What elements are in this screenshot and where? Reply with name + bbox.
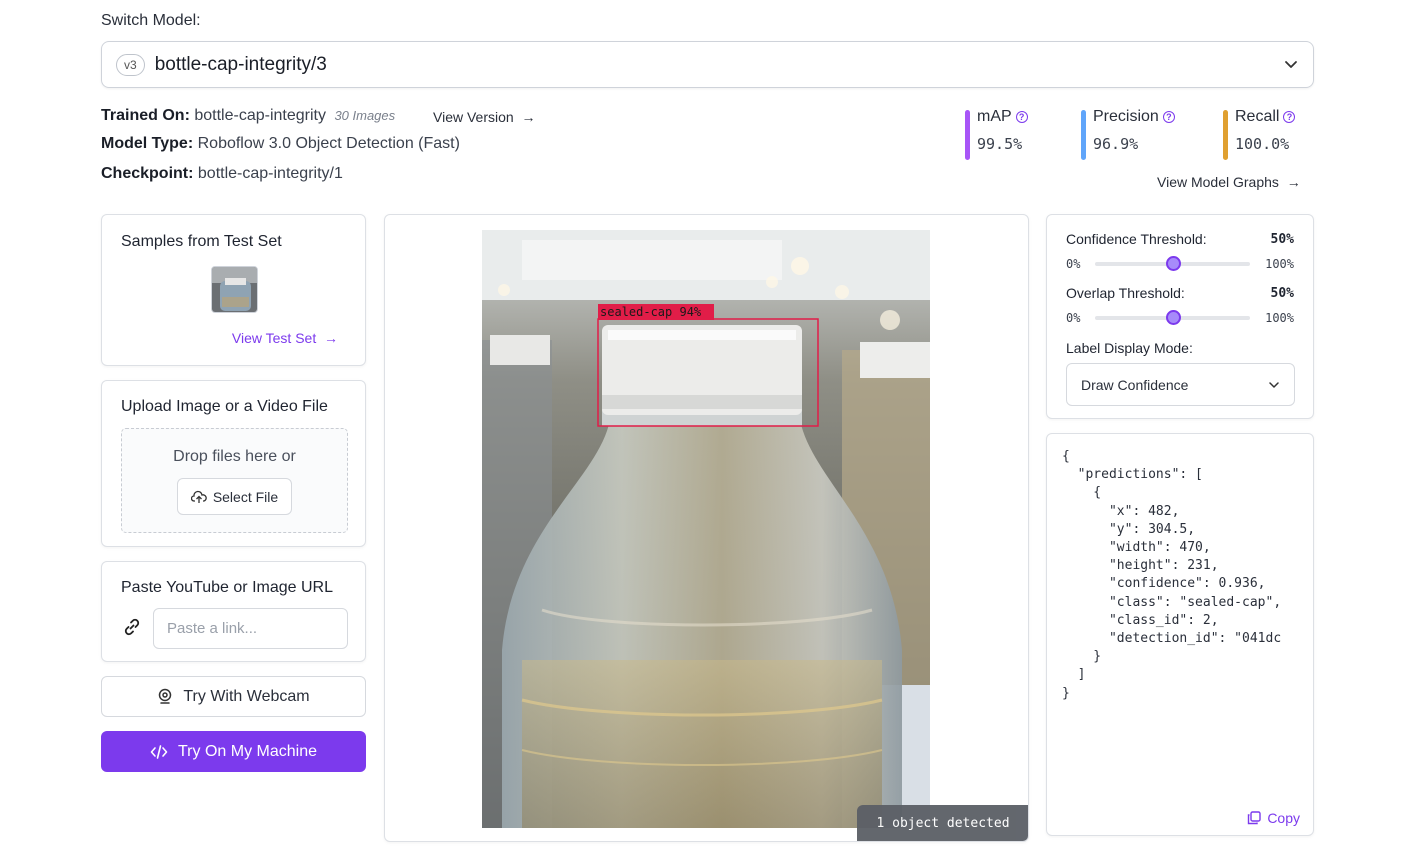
metric-precision-value: 96.9% <box>1093 135 1139 153</box>
detection-label: sealed-cap 94% <box>600 305 702 319</box>
trained-on-value: bottle-cap-integrity <box>194 107 326 124</box>
select-file-button[interactable]: Select File <box>177 478 292 515</box>
arrow-right-icon: → <box>320 330 338 346</box>
file-dropzone[interactable]: Drop files here or Select File <box>121 428 348 533</box>
confidence-slider[interactable] <box>1095 256 1250 271</box>
metric-precision: Precision? 96.9% <box>1081 108 1175 160</box>
inference-image-panel: sealed-cap 94% 1 object detected <box>384 214 1029 842</box>
sample-thumbnail[interactable] <box>211 266 258 313</box>
trained-on-count: 30 Images <box>334 108 396 123</box>
metric-map: mAP? 99.5% <box>965 108 1028 160</box>
metric-precision-bar <box>1081 110 1086 160</box>
overlap-min: 0% <box>1066 311 1081 325</box>
checkpoint-value: bottle-cap-integrity/1 <box>197 165 343 182</box>
overlap-threshold-value: 50% <box>1270 286 1294 301</box>
checkpoint-line: Checkpoint: bottle-cap-integrity/1 <box>101 165 343 183</box>
objects-detected-badge: 1 object detected <box>857 805 1028 841</box>
code-icon <box>150 744 168 759</box>
metric-precision-name: Precision <box>1093 108 1159 125</box>
model-name: bottle-cap-integrity/3 <box>154 53 327 75</box>
metric-recall-name: Recall <box>1235 108 1280 125</box>
model-select[interactable]: v3 bottle-cap-integrity/3 <box>101 41 1314 88</box>
webcam-icon <box>159 688 172 704</box>
confidence-slider-handle[interactable] <box>1165 256 1181 271</box>
version-pill: v3 <box>116 53 145 76</box>
view-test-set-label: View Test Set <box>231 330 317 346</box>
copy-button[interactable]: Copy <box>1247 810 1300 826</box>
copy-icon <box>1248 811 1262 825</box>
inference-image: sealed-cap 94% <box>482 230 930 828</box>
overlap-threshold-label: Overlap Threshold: <box>1066 285 1185 301</box>
url-title: Paste YouTube or Image URL <box>121 579 333 596</box>
chevron-down-icon <box>1269 382 1279 388</box>
model-type-value: Roboflow 3.0 Object Detection (Fast) <box>197 135 460 152</box>
arrow-right-icon: → <box>517 109 536 125</box>
switch-model-label: Switch Model: <box>101 12 201 29</box>
confidence-threshold-value: 50% <box>1270 232 1294 247</box>
confidence-max: 100% <box>1265 257 1294 271</box>
help-icon[interactable]: ? <box>1162 111 1175 123</box>
link-icon <box>124 618 140 636</box>
url-card: Paste YouTube or Image URL <box>101 561 366 662</box>
select-file-label: Select File <box>212 488 279 505</box>
upload-title: Upload Image or a Video File <box>121 398 328 415</box>
help-icon[interactable]: ? <box>1283 111 1296 123</box>
metric-map-bar <box>965 110 970 160</box>
overlap-slider-handle[interactable] <box>1165 310 1181 325</box>
url-input[interactable] <box>153 608 348 649</box>
help-icon[interactable]: ? <box>1015 111 1028 123</box>
metric-map-value: 99.5% <box>977 135 1023 153</box>
settings-card: Confidence Threshold: 50% 0% 100% Overla… <box>1046 214 1314 419</box>
metric-recall: Recall? 100.0% <box>1223 108 1296 160</box>
metric-recall-value: 100.0% <box>1235 135 1290 153</box>
webcam-label: Try With Webcam <box>183 687 310 705</box>
overlap-slider[interactable] <box>1095 310 1250 325</box>
model-type-line: Model Type: Roboflow 3.0 Object Detectio… <box>101 135 460 153</box>
view-version-label: View Version <box>433 109 514 125</box>
view-test-set-link[interactable]: View Test Set → <box>232 330 338 346</box>
trained-on-line: Trained On: bottle-cap-integrity 30 Imag… <box>101 107 395 125</box>
samples-card: Samples from Test Set View Test Set → <box>101 214 366 366</box>
bottle-photo: sealed-cap 94% <box>482 230 930 828</box>
view-version-link[interactable]: View Version → <box>433 109 535 125</box>
model-type-label: Model Type: <box>101 135 194 152</box>
json-output-card: { "predictions": [ { "x": 482, "y": 304.… <box>1046 433 1314 836</box>
chevron-down-icon <box>1285 61 1297 68</box>
view-model-graphs-link[interactable]: View Model Graphs → <box>1157 174 1301 190</box>
machine-label: Try On My Machine <box>178 742 317 760</box>
try-webcam-button[interactable]: Try With Webcam <box>101 676 366 717</box>
confidence-threshold-label: Confidence Threshold: <box>1066 231 1207 247</box>
checkpoint-label: Checkpoint: <box>101 165 194 182</box>
confidence-min: 0% <box>1066 257 1081 271</box>
label-display-mode-select[interactable]: Draw Confidence <box>1066 363 1295 406</box>
upload-card: Upload Image or a Video File Drop files … <box>101 380 366 547</box>
metric-map-name: mAP <box>977 108 1012 125</box>
label-display-mode-label: Label Display Mode: <box>1066 340 1193 356</box>
json-output: { "predictions": [ { "x": 482, "y": 304.… <box>1062 449 1282 701</box>
arrow-right-icon: → <box>1282 174 1301 190</box>
overlap-max: 100% <box>1265 311 1294 325</box>
label-display-mode-value: Draw Confidence <box>1081 376 1189 393</box>
trained-on-label: Trained On: <box>101 107 190 124</box>
try-on-machine-button[interactable]: Try On My Machine <box>101 731 366 772</box>
metric-recall-bar <box>1223 110 1228 160</box>
view-graphs-label: View Model Graphs <box>1157 174 1279 190</box>
copy-label: Copy <box>1267 810 1300 826</box>
drop-text: Drop files here or <box>173 448 296 465</box>
sample-thumbnail-image <box>212 267 257 312</box>
samples-title: Samples from Test Set <box>121 233 282 250</box>
upload-cloud-icon <box>190 490 207 503</box>
